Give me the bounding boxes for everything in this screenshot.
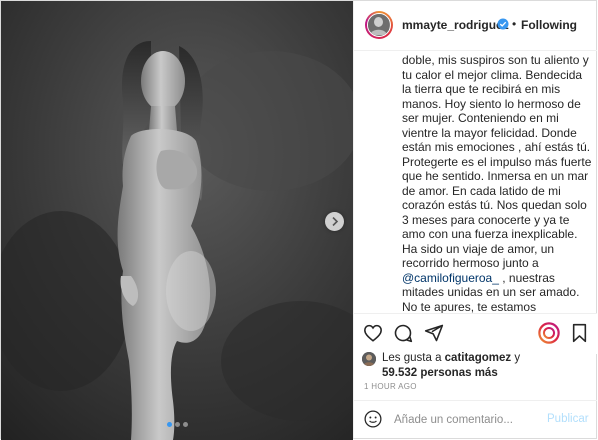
post-media[interactable] <box>1 1 353 440</box>
post-author-username[interactable]: mmayte_rodriguez <box>402 18 509 32</box>
emoji-icon[interactable] <box>364 410 382 428</box>
post-timestamp[interactable]: 1 HOUR AGO <box>364 382 417 391</box>
save-button[interactable] <box>568 322 590 344</box>
like-button[interactable] <box>362 322 384 344</box>
comment-button[interactable] <box>392 322 414 344</box>
liker-username[interactable]: catitagomez <box>445 352 511 364</box>
comment-icon <box>394 324 413 343</box>
caption-text: Ha sido un viaje de amor, un recorrido h… <box>402 241 555 271</box>
caption-paragraph: Protegerte es el impulso más fuerte que … <box>402 154 592 242</box>
story-circle-icon <box>538 322 560 344</box>
header-separator: • <box>512 17 517 31</box>
caption-paragraph-3: Ha sido un viaje de amor, un recorrido h… <box>402 242 592 316</box>
likes-prefix: Les gusta a <box>382 352 445 364</box>
user-mention-link[interactable]: @camilofigueroa_ <box>402 271 499 285</box>
carousel-dot-active <box>166 422 172 427</box>
likes-middle: y <box>511 352 521 364</box>
carousel-next-button[interactable] <box>325 212 344 231</box>
story-share-button[interactable] <box>538 322 560 344</box>
likes-text: Les gusta a catitagomez y 59.532 personas… <box>382 351 592 381</box>
liker-avatar[interactable] <box>362 352 376 366</box>
liker-avatar-image <box>362 352 376 366</box>
carousel-dot <box>174 422 180 427</box>
share-button[interactable] <box>423 322 445 344</box>
post-header: mmayte_rodriguez • Following <box>354 1 597 51</box>
action-bar <box>354 313 597 354</box>
chevron-right-icon <box>331 217 338 226</box>
verified-badge-icon <box>497 18 509 30</box>
post-photo <box>1 1 353 440</box>
save-icon <box>572 323 586 343</box>
publish-button[interactable]: Publicar <box>547 413 589 425</box>
likes-count[interactable]: 59.532 personas más <box>382 367 498 379</box>
carousel-dot <box>182 422 188 427</box>
story-ring[interactable] <box>365 11 393 39</box>
avatar-image <box>368 14 389 35</box>
share-icon <box>424 324 444 342</box>
carousel-indicator <box>1 422 353 427</box>
comment-input[interactable] <box>394 411 534 428</box>
caption-paragraph: doble, mis suspiros son tu aliento y tu … <box>402 53 591 154</box>
post-dialog: mmayte_rodriguez • Following doble, mis … <box>0 0 597 440</box>
comment-composer: Publicar <box>354 400 597 438</box>
following-button[interactable]: Following <box>521 18 577 32</box>
post-caption: doble, mis suspiros son tu aliento y tu … <box>402 53 592 315</box>
avatar[interactable] <box>367 13 391 37</box>
post-side-panel: mmayte_rodriguez • Following doble, mis … <box>353 1 597 438</box>
heart-icon <box>364 324 382 342</box>
